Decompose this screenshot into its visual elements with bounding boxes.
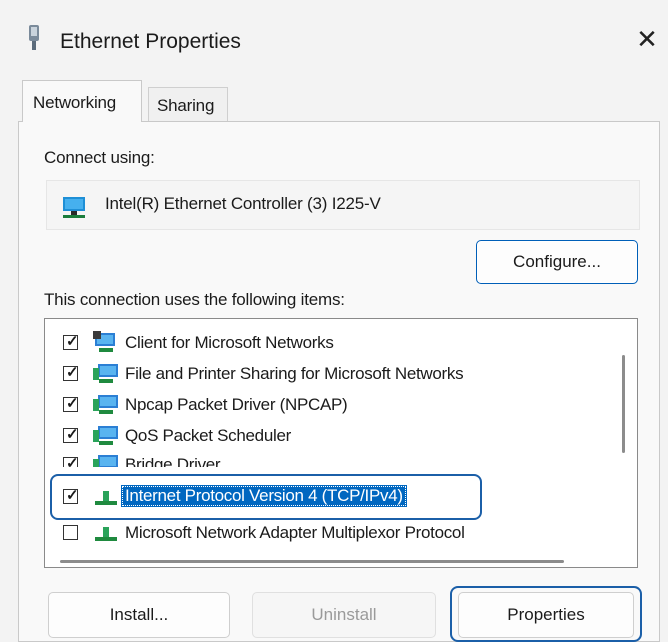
item-checkbox[interactable]: ✓ [63, 395, 79, 412]
check-icon: ✓ [66, 455, 79, 467]
adapter-name: Intel(R) Ethernet Controller (3) I225-V [105, 194, 381, 213]
install-button[interactable]: Install... [48, 592, 230, 638]
window-title: Ethernet Properties [60, 30, 241, 53]
configure-button[interactable]: Configure... [476, 240, 638, 284]
protocol-icon [95, 491, 117, 505]
adapter-field: Intel(R) Ethernet Controller (3) I225-V [46, 180, 640, 230]
item-checkbox[interactable]: ✓ [63, 333, 79, 350]
item-checkbox[interactable]: ✓ [63, 426, 79, 443]
tab-networking[interactable]: Networking [22, 80, 142, 122]
properties-button[interactable]: Properties [458, 592, 634, 638]
item-label: File and Printer Sharing for Microsoft N… [125, 364, 464, 383]
item-label: Bridge Driver [125, 455, 221, 467]
ethernet-properties-dialog: Ethernet Properties ✕ Networking Sharing… [0, 0, 668, 642]
list-item[interactable]: Microsoft Network Adapter Multiplexor Pr… [59, 519, 619, 547]
configure-button-label: Configure... [513, 252, 601, 271]
title-bar: Ethernet Properties ✕ [0, 0, 668, 72]
items-list[interactable]: ✓ Client for Microsoft Networks ✓ File a… [44, 318, 638, 568]
network-service-icon [93, 364, 118, 383]
check-icon: ✓ [66, 333, 79, 350]
list-item[interactable]: ✓ QoS Packet Scheduler [59, 422, 619, 450]
check-icon: ✓ [66, 426, 79, 443]
list-item[interactable]: ✓ Bridge Driver [59, 451, 619, 467]
list-item-selected[interactable]: ✓ Internet Protocol Version 4 (TCP/IPv4) [59, 483, 619, 511]
install-button-label: Install... [109, 605, 169, 624]
uninstall-button[interactable]: Uninstall [252, 592, 436, 638]
item-label: Npcap Packet Driver (NPCAP) [125, 395, 348, 414]
tab-sharing-label: Sharing [157, 96, 215, 115]
item-checkbox[interactable] [63, 525, 78, 540]
check-icon: ✓ [66, 395, 79, 412]
check-icon: ✓ [66, 487, 79, 504]
item-checkbox[interactable]: ✓ [63, 487, 79, 504]
item-label: QoS Packet Scheduler [125, 426, 291, 445]
item-checkbox[interactable]: ✓ [63, 455, 79, 467]
item-label: Client for Microsoft Networks [125, 333, 334, 352]
items-label: This connection uses the following items… [44, 290, 345, 309]
vertical-scrollbar[interactable] [622, 355, 625, 453]
close-button[interactable]: ✕ [626, 22, 668, 56]
item-label: Internet Protocol Version 4 (TCP/IPv4) [121, 485, 407, 507]
list-item[interactable]: ✓ File and Printer Sharing for Microsoft… [59, 360, 619, 388]
connect-using-label: Connect using: [44, 148, 155, 167]
network-adapter-icon [29, 25, 39, 50]
list-item[interactable]: ✓ Client for Microsoft Networks [59, 329, 619, 357]
protocol-icon [95, 527, 117, 541]
horizontal-scrollbar[interactable] [60, 560, 564, 563]
item-label: Microsoft Network Adapter Multiplexor Pr… [125, 523, 465, 542]
properties-button-label: Properties [507, 605, 585, 624]
close-icon: ✕ [636, 24, 658, 54]
check-icon: ✓ [66, 364, 79, 381]
uninstall-button-label: Uninstall [311, 605, 377, 624]
list-item[interactable]: ✓ Npcap Packet Driver (NPCAP) [59, 391, 619, 419]
network-client-icon [93, 331, 115, 352]
network-service-icon [93, 455, 118, 467]
item-checkbox[interactable]: ✓ [63, 364, 79, 381]
tab-networking-label: Networking [33, 93, 117, 112]
network-service-icon [93, 395, 118, 414]
network-service-icon [93, 426, 118, 445]
tab-sharing[interactable]: Sharing [148, 87, 228, 121]
network-adapter-icon [63, 197, 85, 218]
